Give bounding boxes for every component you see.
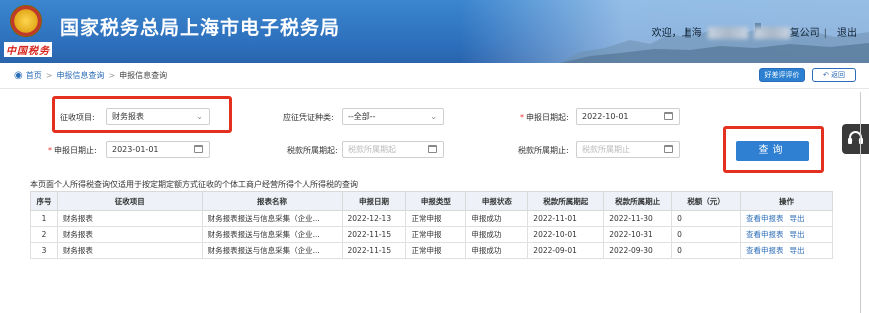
breadcrumb: ◉ 首页 > 申报信息查询 > 申报信息查询 [14,70,167,81]
col-header: 操作 [740,191,833,211]
cell-end: 2022-11-30 [603,210,673,227]
cell-status: 申报成功 [465,242,529,259]
chevron-down-icon: ⌄ [430,112,437,121]
site-title: 国家税务总局上海市电子税务局 [60,17,341,39]
cell-no: 3 [30,242,58,259]
cell-report: 财务报表报送与信息采集（企业... [201,242,343,259]
breadcrumb-current: 申报信息查询 [119,71,168,80]
col-header: 序号 [30,191,58,211]
divider [0,88,869,89]
cell-start: 2022-09-01 [527,242,605,259]
col-header: 申报类型 [405,191,467,211]
site-header: 中国税务 国家税务总局上海市电子税务局 欢迎，上海 复公司 | 退出 [0,0,869,63]
separator: | [823,28,827,39]
voucher-type-value: --全部-- [348,112,376,121]
redacted-username [707,27,748,39]
cell-report: 财务报表报送与信息采集（企业... [201,210,343,227]
calendar-icon[interactable] [664,145,673,153]
declare-date-end-value: 2023-01-01 [112,145,159,154]
export-link[interactable]: 导出 [790,214,805,223]
notice-text: 本页面个人所得税查询仅适用于按定期定额方式征收的个体工商户经营所得个人所得税的查… [30,180,358,189]
col-header: 税额（元） [671,191,741,211]
calendar-icon[interactable] [664,112,673,120]
col-header: 申报日期 [341,191,407,211]
col-header: 税款所属期起 [527,191,605,211]
cell-item: 财务报表 [56,210,203,227]
back-label: 返回 [831,71,846,79]
breadcrumb-home[interactable]: 首页 [26,71,42,80]
tax-period-end-label: 税款所属期止: [518,146,569,155]
cell-date: 2022-11-15 [341,226,407,243]
col-header: 报表名称 [201,191,343,211]
logout-link[interactable]: 退出 [837,28,857,39]
view-report-link[interactable]: 查看申报表 [746,214,784,223]
col-header: 征收项目 [56,191,203,211]
view-report-link[interactable]: 查看申报表 [746,246,784,255]
cell-actions: 查看申报表 导出 [740,210,833,227]
tax-script-logo: 中国税务 [4,42,52,57]
national-emblem-icon [10,5,42,37]
highlight-box-query [723,126,824,173]
back-arrow-icon: ↶ [822,71,832,79]
cell-amount: 0 [671,210,741,227]
greeting-text: 欢迎，上海 [651,28,702,39]
headset-icon[interactable] [842,124,869,154]
highlight-box-collect-item [52,96,232,133]
cell-end: 2022-10-31 [603,226,673,243]
calendar-icon[interactable] [428,145,437,153]
declare-date-start-value: 2022-10-01 [582,112,629,121]
user-info: 欢迎，上海 复公司 | 退出 [646,24,857,39]
col-header: 申报状态 [465,191,529,211]
table-row: 1 财务报表 财务报表报送与信息采集（企业... 2022-12-13 正常申报… [30,210,833,227]
redacted-company [753,27,790,39]
tax-period-start-label: 税款所属期起: [287,146,338,155]
tax-period-end-input[interactable]: 税款所属期止 [576,141,680,158]
cell-type: 正常申报 [405,226,467,243]
declare-date-end-input[interactable]: 2023-01-01 [106,141,210,158]
export-link[interactable]: 导出 [790,230,805,239]
cell-no: 2 [30,226,58,243]
rate-button[interactable]: 好差评评价 [759,68,805,82]
cell-actions: 查看申报表 导出 [740,226,833,243]
cell-status: 申报成功 [465,226,529,243]
cell-end: 2022-09-30 [603,242,673,259]
declare-date-start-label: * 申报日期起: [520,113,569,122]
location-pin-icon: ◉ [14,70,23,81]
cell-type: 正常申报 [405,210,467,227]
scrollbar-edge [860,92,861,313]
cell-actions: 查看申报表 导出 [740,242,833,259]
voucher-type-select[interactable]: --全部-- ⌄ [342,108,444,125]
calendar-icon[interactable] [194,145,203,153]
cell-item: 财务报表 [56,242,203,259]
cell-amount: 0 [671,226,741,243]
cell-item: 财务报表 [56,226,203,243]
tax-period-start-input[interactable]: 税款所属期起 [342,141,444,158]
cell-no: 1 [30,210,58,227]
declaration-table: 序号 征收项目 报表名称 申报日期 申报类型 申报状态 税款所属期起 税款所属期… [30,191,833,259]
breadcrumb-level1[interactable]: 申报信息查询 [56,71,104,80]
breadcrumb-separator: > [45,71,53,80]
cell-report: 财务报表报送与信息采集（企业... [201,226,343,243]
breadcrumb-separator: > [108,71,116,80]
table-header-row: 序号 征收项目 报表名称 申报日期 申报类型 申报状态 税款所属期起 税款所属期… [30,191,833,211]
tax-period-end-placeholder: 税款所属期止 [582,145,630,154]
table-row: 2 财务报表 财务报表报送与信息采集（企业... 2022-11-15 正常申报… [30,226,833,243]
declare-date-end-label: * 申报日期止: [48,146,97,155]
voucher-type-label: 应征凭证种类: [283,113,334,122]
cell-amount: 0 [671,242,741,259]
company-suffix: 复公司 [789,28,820,39]
cell-start: 2022-11-01 [527,210,605,227]
col-header: 税款所属期止 [603,191,673,211]
export-link[interactable]: 导出 [790,246,805,255]
declare-date-start-input[interactable]: 2022-10-01 [576,108,680,125]
cell-type: 正常申报 [405,242,467,259]
table-row: 3 财务报表 财务报表报送与信息采集（企业... 2022-11-15 正常申报… [30,242,833,259]
cell-date: 2022-12-13 [341,210,407,227]
view-report-link[interactable]: 查看申报表 [746,230,784,239]
cell-status: 申报成功 [465,210,529,227]
tax-period-start-placeholder: 税款所属期起 [348,145,396,154]
back-button[interactable]: ↶ 返回 [812,68,856,82]
cell-date: 2022-11-15 [341,242,407,259]
cell-start: 2022-10-01 [527,226,605,243]
